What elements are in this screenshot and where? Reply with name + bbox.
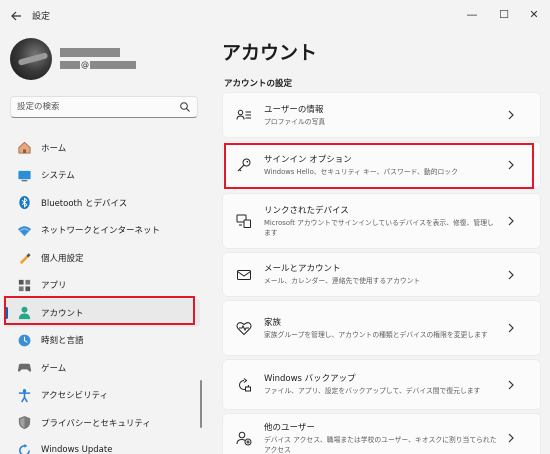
gaming-icon (16, 360, 32, 376)
chevron-right-icon (506, 432, 516, 444)
window-title: 設定 (32, 12, 51, 22)
chevron-right-icon (506, 379, 516, 391)
mail-icon (235, 266, 253, 284)
maximize-button[interactable]: ☐ (492, 4, 516, 24)
card-text: 他のユーザー デバイス アクセス、職場または学校のユーザー、キオスクに割り当てら… (264, 422, 500, 454)
privacy-icon (16, 415, 32, 431)
card-text: Windows バックアップ ファイル、アプリ、設定をバックアップして、デバイス… (264, 373, 500, 396)
sidebar-item-windows-update[interactable]: Windows Update (4, 437, 200, 454)
sidebar-item-time-language[interactable]: 時刻と言語 (4, 327, 200, 355)
sidebar-item-label: ホーム (41, 143, 67, 154)
card-title: 他のユーザー (264, 422, 315, 433)
card-description: プロファイルの写真 (264, 117, 326, 126)
time-language-icon (16, 332, 32, 348)
card-title: 家族 (264, 317, 282, 328)
card-other-users[interactable]: 他のユーザー デバイス アクセス、職場または学校のユーザー、キオスクに割り当てら… (222, 413, 541, 454)
search-icon[interactable] (179, 101, 191, 113)
bluetooth-icon (16, 195, 32, 211)
sidebar-item-privacy[interactable]: プライバシーとセキュリティ (4, 409, 200, 437)
close-icon: ✕ (529, 7, 539, 21)
sidebar-item-gaming[interactable]: ゲーム (4, 354, 200, 382)
card-title: リンクされたデバイス (264, 205, 349, 216)
close-button[interactable]: ✕ (522, 4, 546, 24)
back-button[interactable] (6, 6, 26, 26)
email-at-sign: @ (81, 59, 89, 69)
sidebar-item-label: Windows Update (41, 445, 113, 454)
card-text: メールとアカウント メール、カレンダー、連絡先で使用するアカウント (264, 263, 500, 286)
sidebar-item-label: システム (41, 171, 75, 182)
sidebar-item-label: ネットワークとインターネット (41, 226, 161, 237)
user-info-icon (235, 106, 253, 124)
sidebar-item-label: アプリ (41, 281, 67, 292)
sidebar-nav: ホーム システム Bluetooth とデバイス ネットワークとインターネット … (4, 134, 200, 454)
card-description: ファイル、アプリ、設定をバックアップして、デバイス間で復元します (264, 387, 481, 395)
network-icon (16, 222, 32, 238)
card-description: メール、カレンダー、連絡先で使用するアカウント (264, 277, 421, 285)
profile-name-redacted (60, 48, 120, 57)
sidebar-item-label: 時刻と言語 (41, 336, 84, 347)
page-title: アカウント (222, 42, 318, 64)
apps-icon (16, 277, 32, 293)
card-text: 家族 家族グループを管理し、アカウントの種類とデバイスの権限を変更します (264, 317, 500, 340)
avatar[interactable] (10, 38, 52, 80)
card-title: Windows バックアップ (264, 374, 356, 384)
sidebar-item-bluetooth[interactable]: Bluetooth とデバイス (4, 189, 200, 217)
card-description: 家族グループを管理し、アカウントの種類とデバイスの権限を変更します (264, 330, 488, 339)
email-redacted-part (60, 60, 80, 69)
sidebar-item-label: 個人用設定 (41, 253, 84, 264)
sidebar-item-personalization[interactable]: 個人用設定 (4, 244, 200, 272)
card-description: デバイス アクセス、職場または学校のユーザー、キオスクに割り当てられたアクセス (264, 435, 497, 454)
windows-update-icon (16, 442, 32, 454)
card-linked-devices[interactable]: リンクされたデバイス Microsoft アカウントでサインインしているデバイス… (222, 193, 541, 249)
linked-devices-icon (235, 212, 253, 230)
accessibility-icon (16, 387, 32, 403)
card-description: Microsoft アカウントでサインインしているデバイスを表示、修復、管理しま… (264, 218, 494, 237)
highlight-box-sign-in-options (224, 143, 534, 189)
card-user-info[interactable]: ユーザーの情報 プロファイルの写真 (222, 92, 541, 138)
home-icon (16, 140, 32, 156)
card-family[interactable]: 家族 家族グループを管理し、アカウントの種類とデバイスの権限を変更します (222, 300, 541, 356)
highlight-box-account (4, 296, 195, 325)
back-arrow-icon (11, 11, 21, 21)
backup-icon (235, 376, 253, 394)
sidebar-item-label: アクセシビリティ (41, 391, 109, 402)
card-windows-backup[interactable]: Windows バックアップ ファイル、アプリ、設定をバックアップして、デバイス… (222, 359, 541, 410)
sidebar-item-accessibility[interactable]: アクセシビリティ (4, 382, 200, 410)
card-title: ユーザーの情報 (264, 104, 324, 115)
sidebar-item-label: ゲーム (41, 363, 67, 374)
other-users-icon (235, 429, 253, 447)
chevron-right-icon (506, 269, 516, 281)
sidebar-item-apps[interactable]: アプリ (4, 272, 200, 300)
system-icon (16, 167, 32, 183)
sidebar-item-network[interactable]: ネットワークとインターネット (4, 217, 200, 245)
sidebar-scrollbar[interactable] (200, 380, 202, 428)
email-redacted-part (90, 60, 136, 69)
section-title: アカウントの設定 (224, 79, 293, 89)
card-text: ユーザーの情報 プロファイルの写真 (264, 104, 500, 127)
sidebar-item-label: プライバシーとセキュリティ (41, 418, 151, 429)
minimize-icon: — (466, 7, 478, 21)
chevron-right-icon (506, 215, 516, 227)
search-box[interactable] (10, 96, 198, 118)
personalization-icon (16, 250, 32, 266)
sidebar-item-system[interactable]: システム (4, 162, 200, 190)
maximize-icon: ☐ (499, 7, 509, 21)
chevron-right-icon (506, 109, 516, 121)
card-title: メールとアカウント (264, 264, 341, 274)
title-bar: 設定 — ☐ ✕ (0, 0, 550, 32)
card-text: リンクされたデバイス Microsoft アカウントでサインインしているデバイス… (264, 205, 500, 238)
sidebar-item-home[interactable]: ホーム (4, 134, 200, 162)
family-icon (235, 319, 253, 337)
search-input[interactable] (17, 102, 179, 112)
minimize-button[interactable]: — (460, 4, 484, 24)
chevron-right-icon (506, 322, 516, 334)
profile-email: @ (60, 60, 136, 69)
sidebar-item-label: Bluetooth とデバイス (41, 198, 128, 209)
card-email-accounts[interactable]: メールとアカウント メール、カレンダー、連絡先で使用するアカウント (222, 252, 541, 297)
